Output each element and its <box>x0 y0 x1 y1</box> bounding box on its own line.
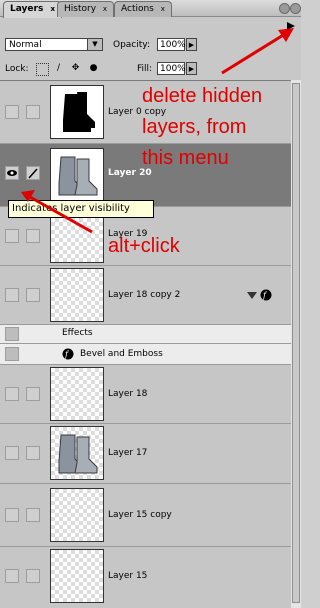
annotation-arrows <box>21 28 294 234</box>
arrow-to-menu-icon <box>221 28 294 75</box>
arrow-to-eye-icon <box>21 190 93 234</box>
layers-panel: Layers x History x Actions x Normal ▼ Op… <box>0 0 301 608</box>
